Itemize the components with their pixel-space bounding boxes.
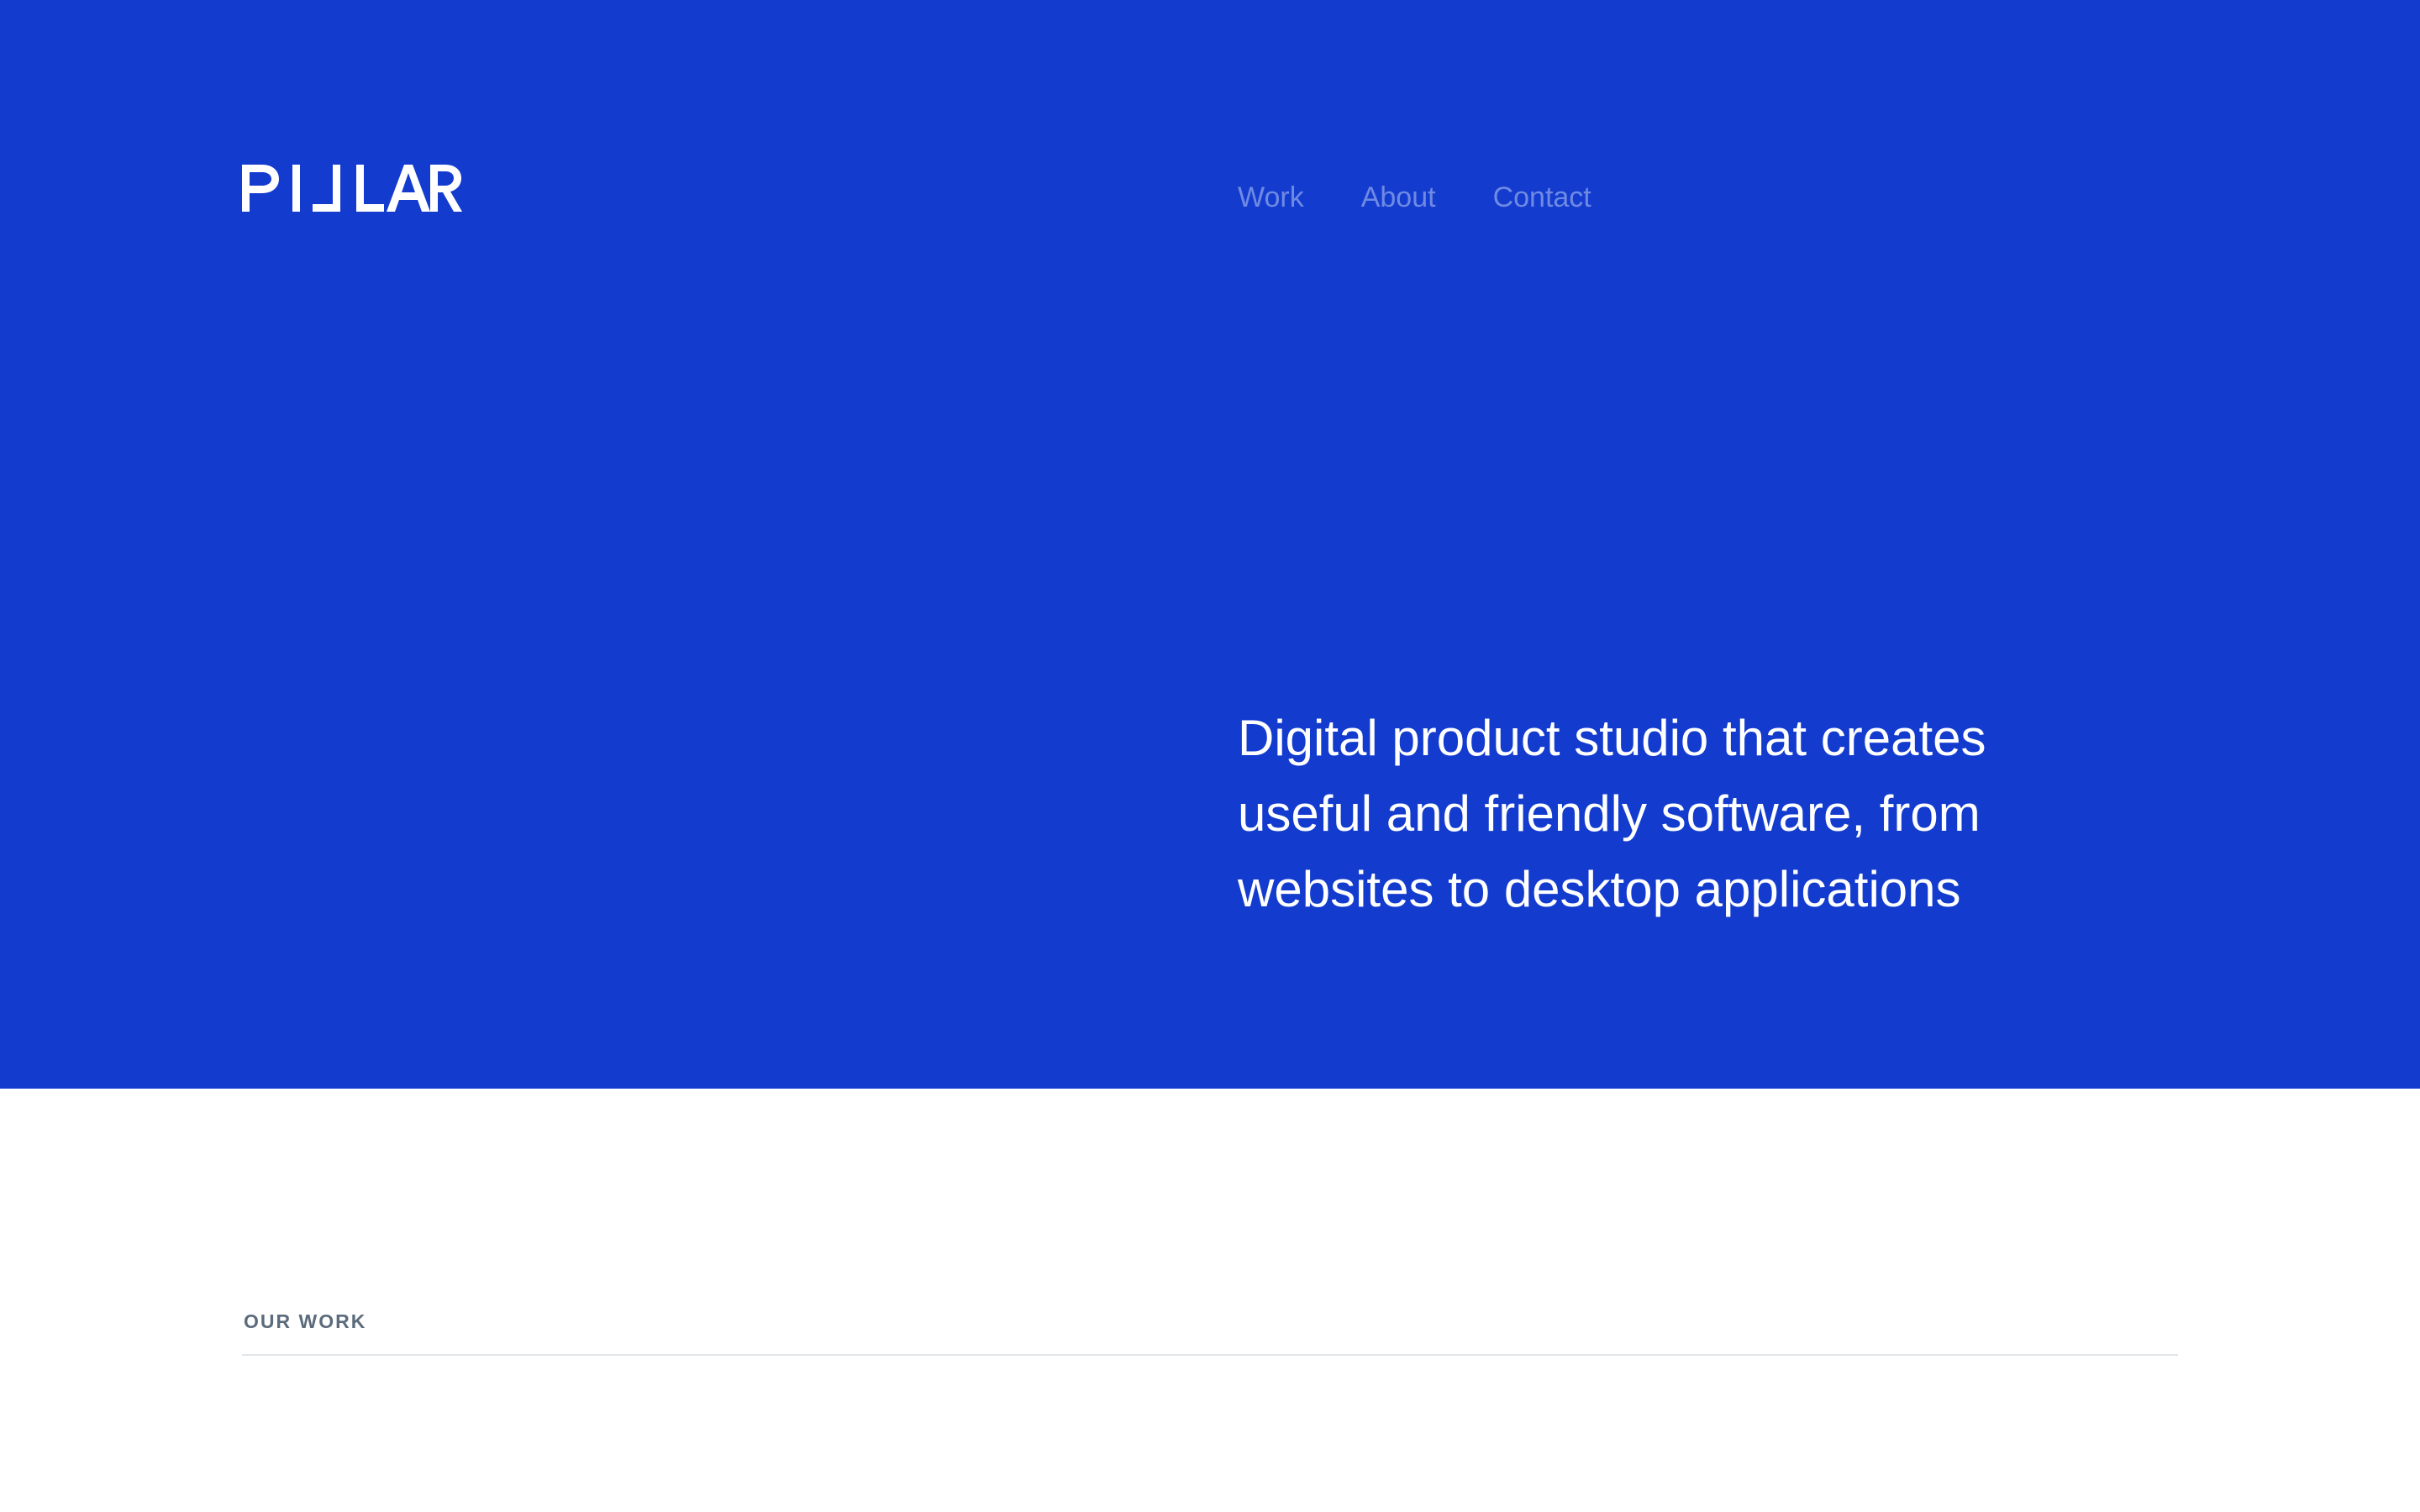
hero-tagline: Digital product studio that creates usef… — [1238, 701, 2212, 927]
our-work-section: OUR WORK — [242, 1089, 2178, 1512]
hero-section: Work About Contact Digital product studi… — [0, 0, 2420, 1089]
section-divider — [242, 1354, 2178, 1356]
main-nav: Work About Contact — [1238, 179, 1591, 216]
nav-link-contact[interactable]: Contact — [1493, 179, 1591, 216]
pillar-logo[interactable] — [242, 165, 462, 212]
pillar-wordmark-icon — [242, 165, 462, 212]
tagline-line: Digital product studio that creates — [1238, 710, 1986, 766]
tagline-line: websites to desktop applications — [1238, 861, 1961, 917]
section-label-our-work: OUR WORK — [244, 1310, 367, 1332]
nav-link-work[interactable]: Work — [1238, 179, 1304, 216]
tagline-line: useful and friendly software, from — [1238, 785, 1981, 842]
nav-link-about[interactable]: About — [1361, 179, 1436, 216]
